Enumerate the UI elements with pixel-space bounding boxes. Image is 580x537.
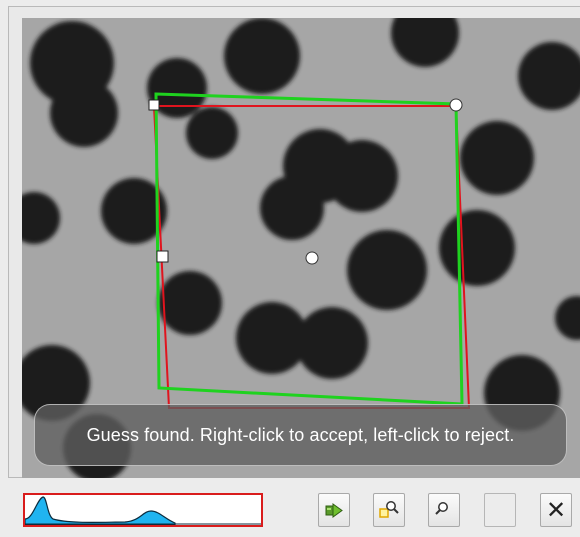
blank-button[interactable] — [484, 493, 516, 527]
status-toast: Guess found. Right-click to accept, left… — [34, 404, 567, 466]
edge-handle-left[interactable] — [156, 250, 169, 263]
histogram[interactable] — [23, 493, 263, 527]
zoom-button[interactable] — [428, 493, 460, 527]
accept-button[interactable] — [318, 493, 350, 527]
center-handle[interactable] — [305, 251, 319, 265]
accept-arrow-icon — [325, 503, 343, 518]
status-message: Guess found. Right-click to accept, left… — [86, 424, 515, 445]
zoom-icon — [435, 502, 448, 515]
close-icon: ✕ — [545, 496, 567, 524]
histogram-plot — [25, 496, 261, 525]
detection-panel: Guess found. Right-click to accept, left… — [0, 0, 580, 537]
histogram-area — [25, 496, 176, 525]
zoom-region-icon — [379, 501, 399, 518]
corner-handle-top-left[interactable] — [148, 99, 160, 111]
corner-handle-top-right[interactable] — [449, 98, 463, 112]
zoom-region-button[interactable] — [373, 493, 405, 527]
close-button[interactable]: ✕ — [540, 493, 572, 527]
